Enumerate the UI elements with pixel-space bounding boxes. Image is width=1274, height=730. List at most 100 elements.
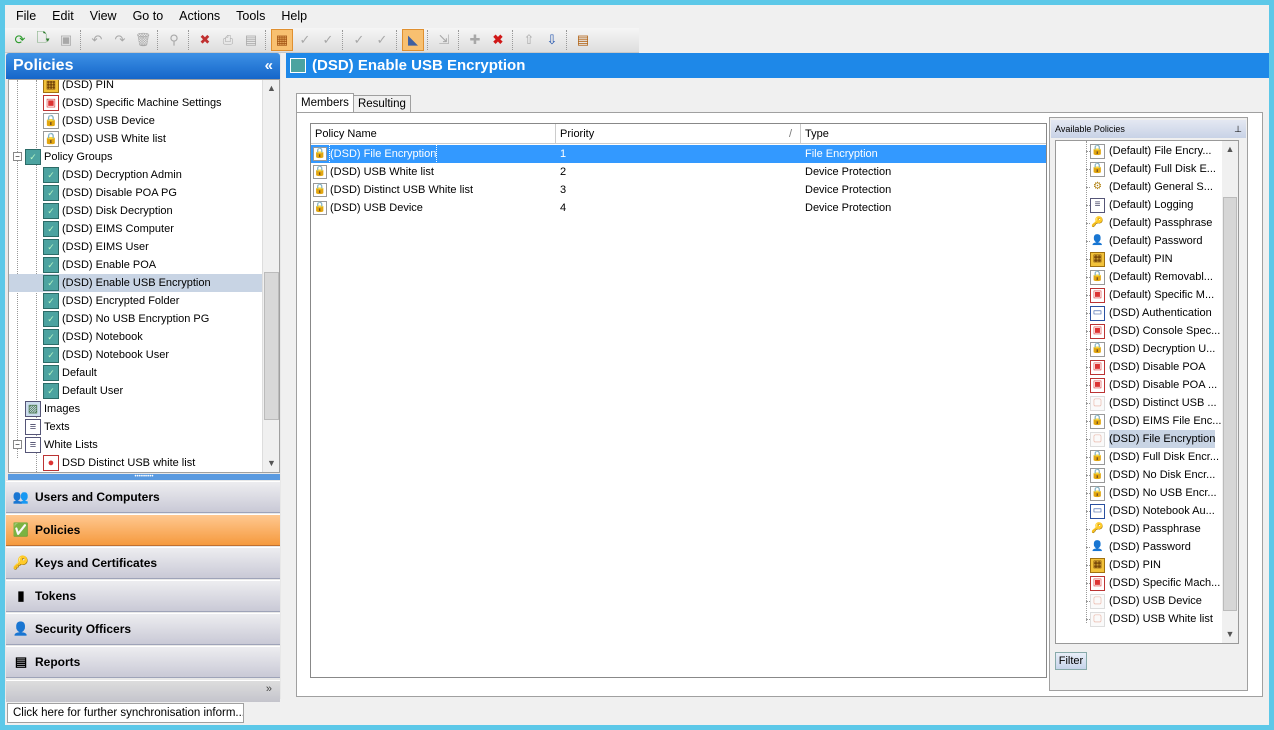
available-policy-item[interactable]: ▭ (DSD) Authentication [1086, 304, 1212, 322]
available-policy-item[interactable]: 🔒 (DSD) EIMS File Enc... [1086, 412, 1221, 430]
table-row[interactable]: 🔒 (DSD) File Encryption 1 File Encryption [311, 145, 1046, 163]
available-policy-item[interactable]: 🔒 (DSD) No USB Encr... [1086, 484, 1217, 502]
filter-button[interactable]: Filter [1055, 652, 1087, 670]
members-grid[interactable]: Policy Name Priority / Type 🔒 (DSD) File E… [310, 123, 1047, 678]
available-policy-item[interactable]: ▣ (DSD) Specific Mach... [1086, 574, 1220, 592]
available-policies-tree[interactable]: 🔒 (Default) File Encry... 🔒 (Default) Full … [1055, 140, 1239, 644]
tree-node[interactable]: ✓ (DSD) Notebook [43, 328, 143, 346]
menu-tools[interactable]: Tools [228, 5, 273, 27]
available-policy-item[interactable]: ▢ (DSD) File Encryption [1086, 430, 1216, 448]
print-icon[interactable]: ⎙ [217, 29, 239, 51]
tree-node[interactable]: − ≡ White Lists [13, 436, 98, 454]
available-policy-item[interactable]: 🔒 (Default) Full Disk E... [1086, 160, 1216, 178]
tree-node[interactable]: ✓ (DSD) EIMS Computer [43, 220, 174, 238]
scroll-thumb[interactable] [1223, 197, 1237, 611]
undo-icon[interactable]: ↶ [86, 29, 108, 51]
tab-resulting[interactable]: Resulting [352, 95, 411, 113]
policy-tree[interactable]: ▦ (DSD) PIN ▣ (DSD) Specific Machine Settin… [8, 79, 280, 473]
available-policy-item[interactable]: 🔒 (DSD) No Disk Encr... [1086, 466, 1215, 484]
verify-all-icon[interactable]: ✓ [371, 29, 393, 51]
tree-node[interactable]: − ✓ Policy Groups [13, 148, 112, 166]
available-policy-item[interactable]: ≡ (Default) Logging [1086, 196, 1193, 214]
tree-node[interactable]: ✓ (DSD) EIMS User [43, 238, 149, 256]
highlight-icon[interactable]: ◣ [402, 29, 424, 51]
nav-overflow[interactable]: » [6, 680, 280, 702]
available-policy-item[interactable]: 👤 (Default) Password [1086, 232, 1203, 250]
menu-help[interactable]: Help [273, 5, 315, 27]
tab-members[interactable]: Members [296, 93, 354, 114]
available-policy-item[interactable]: ▣ (Default) Specific M... [1086, 286, 1214, 304]
move-up-icon[interactable]: ⇧ [518, 29, 540, 51]
available-policy-item[interactable]: ▭ (DSD) Notebook Au... [1086, 502, 1215, 520]
tree-node[interactable]: 🔒 (DSD) USB Device [43, 112, 155, 130]
menu-file[interactable]: File [8, 5, 44, 27]
tree-node[interactable]: 🔒 (DSD) USB White list [43, 130, 166, 148]
import-icon[interactable]: ⇲ [433, 29, 455, 51]
tree-node[interactable]: ✓ (DSD) Enable POA [43, 256, 156, 274]
available-scrollbar[interactable]: ▲ ▼ [1222, 141, 1238, 643]
save-icon[interactable]: ▣ [55, 29, 77, 51]
available-policy-item[interactable]: ▢ (DSD) USB White list [1086, 610, 1213, 628]
collapse-toggle-icon[interactable]: − [13, 152, 22, 161]
tree-node[interactable]: ✓ (DSD) Decryption Admin [43, 166, 182, 184]
print-preview-icon[interactable]: ▤ [240, 29, 262, 51]
move-down-icon[interactable]: ⇩ [541, 29, 563, 51]
available-policy-item[interactable]: 🔒 (Default) Removabl... [1086, 268, 1213, 286]
tree-node[interactable]: ✓ (DSD) Enable USB Encryption [9, 274, 263, 292]
toggle-view-icon[interactable]: ▦ [271, 29, 293, 51]
scroll-thumb[interactable] [264, 272, 279, 420]
tree-node[interactable]: ✓ Default User [43, 382, 123, 400]
remove-icon[interactable]: ✖ [487, 29, 509, 51]
tree-node[interactable]: ≡ Texts [25, 418, 70, 436]
column-policy-name[interactable]: Policy Name [311, 124, 556, 144]
tree-node[interactable]: ▦ (DSD) PIN [43, 80, 114, 94]
table-row[interactable]: 🔒 (DSD) USB White list 2 Device Protection [311, 163, 1046, 181]
available-policy-item[interactable]: ▦ (DSD) PIN [1086, 556, 1161, 574]
scroll-up-icon[interactable]: ▲ [1222, 141, 1238, 158]
collapse-toggle-icon[interactable]: − [13, 440, 22, 449]
available-policy-item[interactable]: 🔒 (DSD) Decryption U... [1086, 340, 1215, 358]
remove-filter-icon[interactable]: ✖ [194, 29, 216, 51]
available-policy-item[interactable]: ▦ (Default) PIN [1086, 250, 1173, 268]
refresh-icon[interactable]: ⟳ [9, 29, 31, 51]
scroll-down-icon[interactable]: ▼ [263, 455, 279, 472]
scroll-down-icon[interactable]: ▼ [1222, 626, 1238, 643]
delete-icon[interactable]: 🗑 [132, 29, 154, 51]
available-policy-item[interactable]: ▢ (DSD) USB Device [1086, 592, 1202, 610]
tree-node[interactable]: ▨ Images [25, 400, 80, 418]
available-policy-item[interactable]: ▣ (DSD) Disable POA ... [1086, 376, 1217, 394]
sync-status[interactable]: Click here for further synchronisation i… [7, 703, 244, 723]
available-policy-item[interactable]: ▢ (DSD) Distinct USB ... [1086, 394, 1217, 412]
redo-icon[interactable]: ↷ [109, 29, 131, 51]
pin-icon[interactable]: ⊥ [1234, 120, 1242, 138]
column-type[interactable]: Type [801, 124, 1046, 144]
tree-node[interactable]: ● DSD Distinct USB white list [43, 454, 195, 472]
tree-node[interactable]: ▣ (DSD) Specific Machine Settings [43, 94, 222, 112]
verify-icon[interactable]: ✓ [348, 29, 370, 51]
menu-view[interactable]: View [82, 5, 125, 27]
new-icon[interactable]: 🗋 ▾ [32, 29, 54, 51]
column-priority[interactable]: Priority / [556, 124, 801, 144]
available-policy-item[interactable]: 🔑 (Default) Passphrase [1086, 214, 1212, 232]
nav-tokens[interactable]: ▮ Tokens [6, 580, 280, 612]
available-policy-item[interactable]: ▣ (DSD) Console Spec... [1086, 322, 1220, 340]
available-policy-item[interactable]: 🔒 (Default) File Encry... [1086, 142, 1212, 160]
nav-users[interactable]: 👥 Users and Computers [6, 481, 280, 513]
scroll-up-icon[interactable]: ▲ [263, 80, 279, 97]
available-policy-item[interactable]: 🔑 (DSD) Passphrase [1086, 520, 1201, 538]
table-row[interactable]: 🔒 (DSD) USB Device 4 Device Protection [311, 199, 1046, 217]
menu-edit[interactable]: Edit [44, 5, 82, 27]
menu-actions[interactable]: Actions [171, 5, 228, 27]
add-icon[interactable]: ✚ [464, 29, 486, 51]
nav-security-officer[interactable]: 👤 Security Officers [6, 613, 280, 645]
tree-scrollbar[interactable]: ▲ ▼ [262, 80, 279, 472]
nav-policies[interactable]: ✅ Policies [6, 514, 280, 546]
chevron-down-icon[interactable]: » [266, 683, 272, 695]
tree-node[interactable]: ✓ Default [43, 364, 97, 382]
nav-keys[interactable]: 🔑 Keys and Certificates [6, 547, 280, 579]
properties-icon[interactable]: ▤ [572, 29, 594, 51]
available-policy-item[interactable]: ⚙ (Default) General S... [1086, 178, 1213, 196]
tree-node[interactable]: ✓ (DSD) Disable POA PG [43, 184, 177, 202]
table-row[interactable]: 🔒 (DSD) Distinct USB White list 3 Device Pr… [311, 181, 1046, 199]
panel-splitter[interactable]: ••••••••• [8, 474, 280, 480]
